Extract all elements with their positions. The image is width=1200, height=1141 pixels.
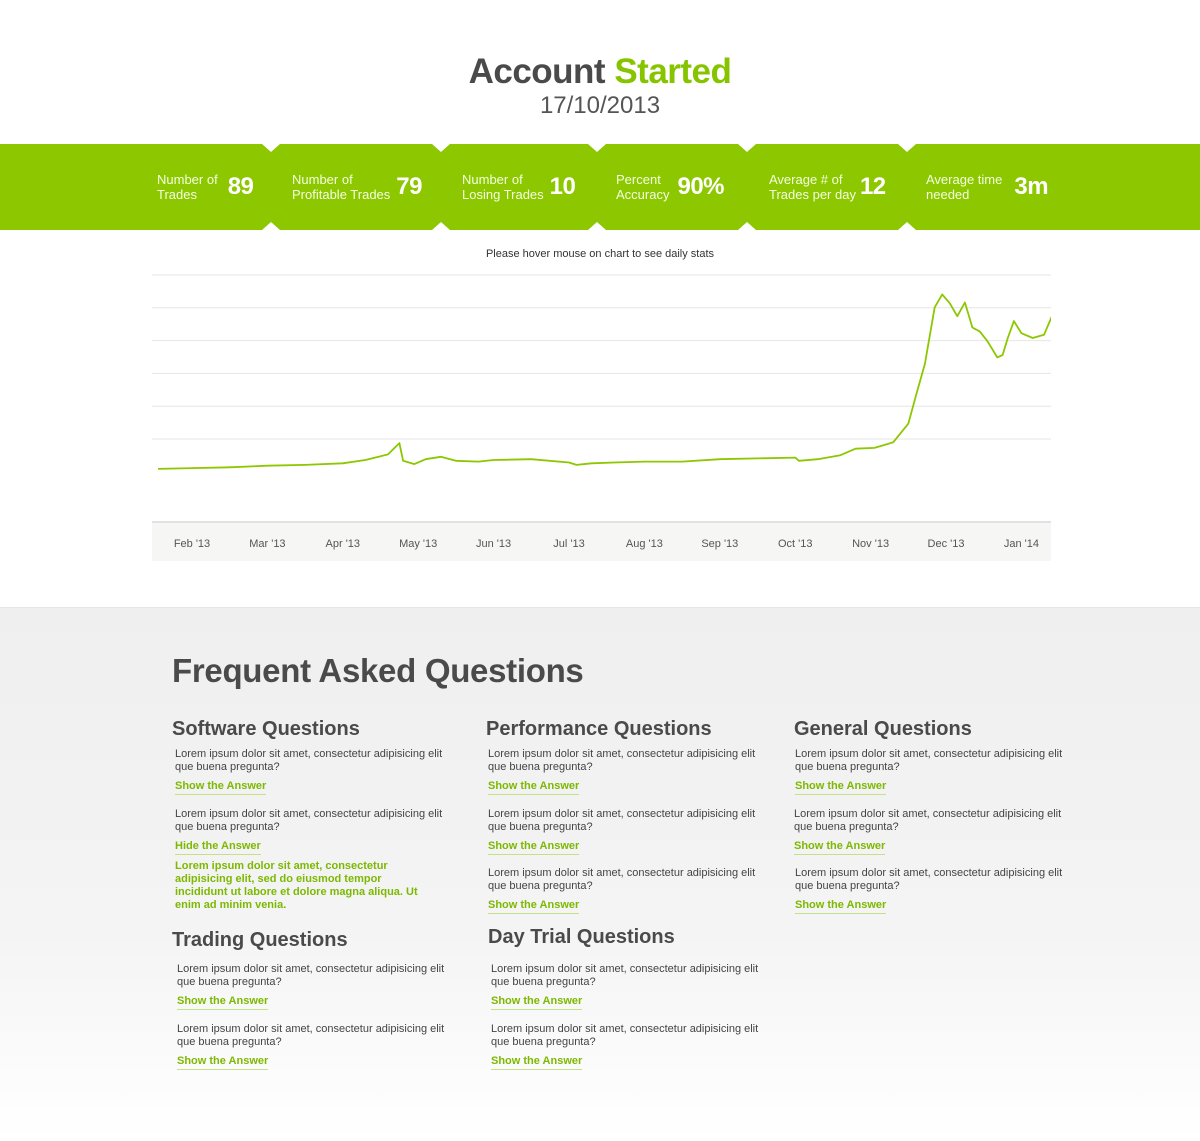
faq-question: Lorem ipsum dolor sit amet, consectetur …	[488, 808, 756, 833]
title-main: Account	[468, 52, 606, 91]
faq-group-day-trial: Day Trial Questions	[488, 926, 675, 948]
show-answer-link[interactable]: Show the Answer	[794, 840, 886, 855]
faq-question: Lorem ipsum dolor sit amet, consectetur …	[175, 748, 443, 773]
page-title: Account Started	[0, 52, 1200, 92]
x-tick-label: Sep '13	[701, 538, 738, 550]
x-tick-label: Oct '13	[778, 538, 813, 550]
title-accent: Started	[614, 52, 732, 91]
stat-losing-trades: Number of Losing Trades 10	[462, 144, 576, 230]
stat-profitable-trades: Number of Profitable Trades 79	[292, 144, 422, 230]
show-answer-link[interactable]: Show the Answer	[175, 780, 267, 795]
show-answer-link[interactable]: Show the Answer	[488, 899, 580, 914]
faq-question: Lorem ipsum dolor sit amet, consectetur …	[491, 963, 759, 988]
x-tick-label: Aug '13	[626, 538, 663, 550]
stat-trades-per-day: Average # of Trades per day 12	[769, 144, 886, 230]
x-tick-label: Dec '13	[928, 538, 965, 550]
faq-question: Lorem ipsum dolor sit amet, consectetur …	[177, 1023, 445, 1048]
show-answer-link[interactable]: Show the Answer	[491, 1055, 583, 1070]
faq-group-software: Software Questions	[172, 718, 360, 740]
show-answer-link[interactable]: Show the Answer	[795, 780, 887, 795]
stat-label: Number of Profitable Trades	[292, 172, 391, 202]
faq-question: Lorem ipsum dolor sit amet, consectetur …	[488, 867, 756, 892]
stat-value: 10	[549, 173, 576, 200]
show-answer-link[interactable]: Show the Answer	[177, 995, 269, 1010]
x-tick-label: Apr '13	[326, 538, 361, 550]
x-tick-label: May '13	[399, 538, 437, 550]
x-tick-label: Nov '13	[852, 538, 889, 550]
faq-question: Lorem ipsum dolor sit amet, consectetur …	[175, 808, 443, 833]
hide-answer-link[interactable]: Hide the Answer	[175, 840, 261, 855]
faq-item: Lorem ipsum dolor sit amet, consectetur …	[794, 808, 1064, 855]
stat-divider	[898, 144, 916, 230]
stat-average-time: Average time needed 3m	[926, 144, 1049, 230]
faq-question: Lorem ipsum dolor sit amet, consectetur …	[795, 748, 1063, 773]
faq-item: Lorem ipsum dolor sit amet, consectetur …	[795, 748, 1065, 795]
chart-hint: Please hover mouse on chart to see daily…	[485, 248, 715, 260]
faq-item: Lorem ipsum dolor sit amet, consectetur …	[177, 1023, 447, 1070]
series-line[interactable]	[158, 293, 1051, 470]
faq-item: Lorem ipsum dolor sit amet, consectetur …	[491, 1023, 761, 1070]
stat-value: 79	[396, 173, 422, 200]
faq-item: Lorem ipsum dolor sit amet, consectetur …	[488, 867, 758, 914]
faq-group-general: General Questions	[794, 718, 972, 740]
x-tick-label: Jul '13	[553, 538, 584, 550]
stat-value: 3m	[1014, 173, 1049, 200]
faq-question: Lorem ipsum dolor sit amet, consectetur …	[795, 867, 1063, 892]
stat-label: Average time needed	[926, 172, 1003, 202]
stat-label: Average # of Trades per day	[769, 172, 856, 202]
faq-item: Lorem ipsum dolor sit amet, consectetur …	[177, 963, 447, 1010]
stat-label: Number of Trades	[157, 172, 218, 202]
show-answer-link[interactable]: Show the Answer	[491, 995, 583, 1010]
stat-divider	[432, 144, 450, 230]
show-answer-link[interactable]: Show the Answer	[177, 1055, 269, 1070]
faq-answer: Lorem ipsum dolor sit amet, consectetur …	[175, 860, 418, 911]
faq-item: Lorem ipsum dolor sit amet, consectetur …	[488, 748, 758, 795]
stat-value: 89	[227, 173, 254, 200]
faq-item: Lorem ipsum dolor sit amet, consectetur …	[488, 808, 758, 855]
stat-accuracy: Percent Accuracy 90%	[616, 144, 725, 230]
stat-value: 12	[859, 173, 886, 200]
performance-chart[interactable]: Feb '13 Mar '13 Apr '13 May '13 Jun '13 Jul '…	[152, 266, 1051, 561]
stat-trades: Number of Trades 89	[157, 144, 254, 230]
faq-question: Lorem ipsum dolor sit amet, consectetur …	[794, 808, 1062, 833]
stat-label: Number of Losing Trades	[462, 172, 544, 202]
x-tick-label: Jan '14	[1004, 538, 1039, 550]
x-tick-label: Feb '13	[174, 538, 210, 550]
stat-divider	[262, 144, 280, 230]
x-tick-label: Mar '13	[249, 538, 285, 550]
faq-item: Lorem ipsum dolor sit amet, consectetur …	[491, 963, 761, 1010]
faq-section: Frequent Asked Questions Software Questi…	[0, 607, 1200, 1141]
faq-question: Lorem ipsum dolor sit amet, consectetur …	[491, 1023, 759, 1048]
show-answer-link[interactable]: Show the Answer	[795, 899, 887, 914]
faq-item: Lorem ipsum dolor sit amet, consectetur …	[795, 867, 1065, 914]
faq-item: Lorem ipsum dolor sit amet, consectetur …	[175, 808, 445, 912]
account-start-date: 17/10/2013	[539, 92, 661, 119]
chart-canvas[interactable]: Feb '13 Mar '13 Apr '13 May '13 Jun '13 Jul '…	[152, 266, 1051, 561]
account-header: Account Started 17/10/2013	[0, 52, 1200, 120]
faq-question: Lorem ipsum dolor sit amet, consectetur …	[177, 963, 445, 988]
stat-divider	[588, 144, 606, 230]
faq-item: Lorem ipsum dolor sit amet, consectetur …	[175, 748, 445, 795]
faq-title: Frequent Asked Questions	[172, 652, 584, 689]
stat-value: 90%	[677, 173, 725, 200]
faq-group-performance: Performance Questions	[486, 718, 712, 740]
stats-bar: Number of Trades 89 Number of Profitable T…	[0, 144, 1200, 230]
show-answer-link[interactable]: Show the Answer	[488, 840, 580, 855]
faq-question: Lorem ipsum dolor sit amet, consectetur …	[488, 748, 756, 773]
stat-divider	[738, 144, 756, 230]
show-answer-link[interactable]: Show the Answer	[488, 780, 580, 795]
faq-group-trading: Trading Questions	[172, 929, 348, 951]
stat-label: Percent Accuracy	[616, 172, 670, 202]
x-tick-label: Jun '13	[476, 538, 511, 550]
